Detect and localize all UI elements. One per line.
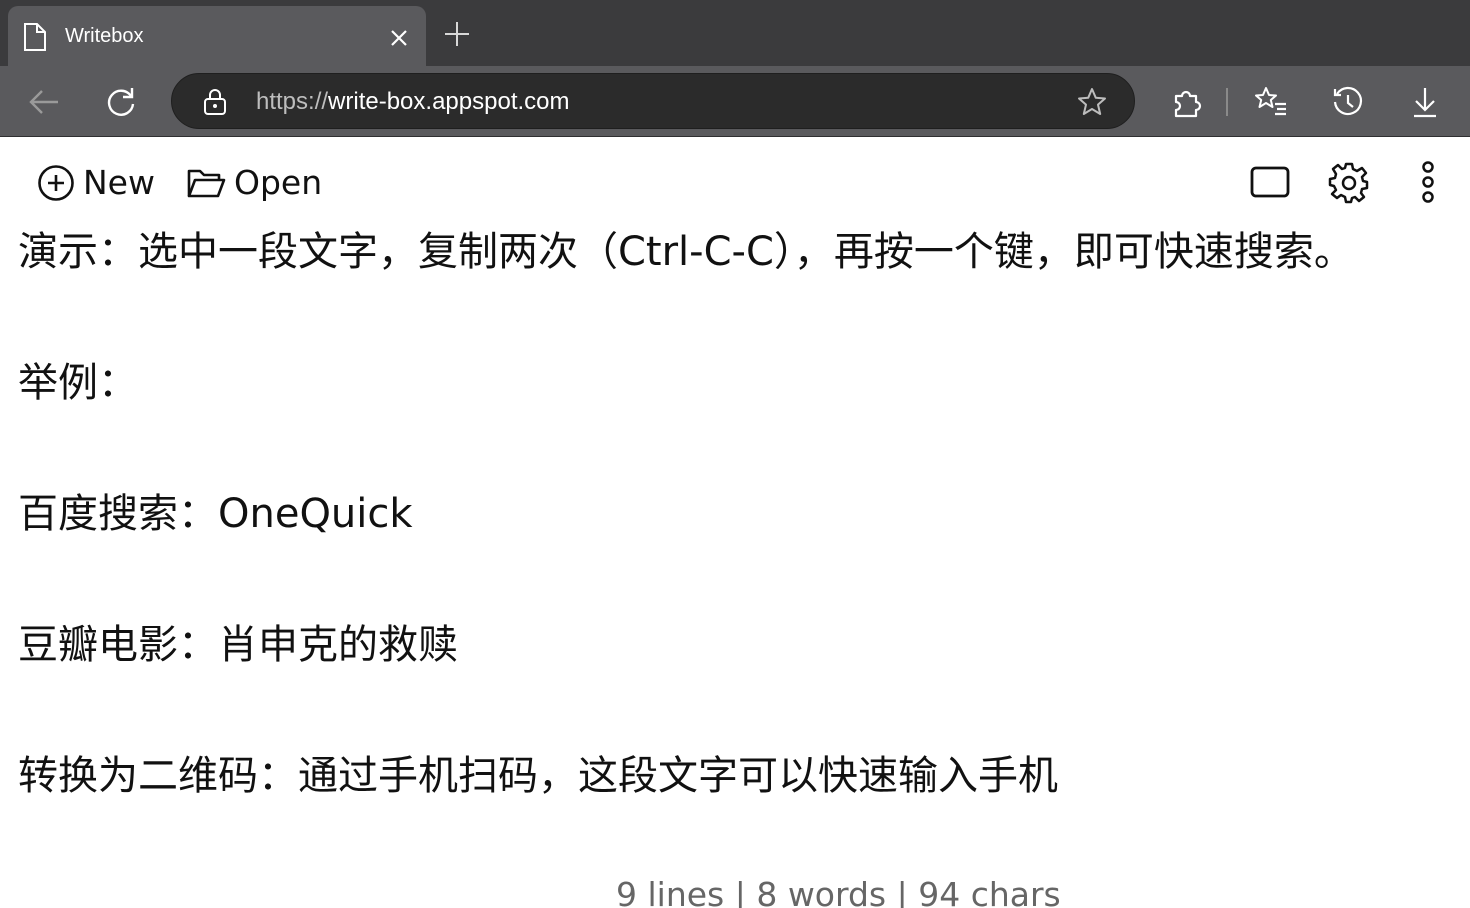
close-icon[interactable] [387,26,411,50]
url-text[interactable]: https://write-box.appspot.com [256,87,570,117]
favorites-icon[interactable] [1253,84,1289,120]
editor-line: 豆瓣电影：肖申克的救赎 [18,622,458,668]
new-button[interactable]: New [37,162,155,204]
editor-line: 百度搜索：OneQuick [18,491,413,537]
browser-tab[interactable]: Writebox [8,6,426,66]
toolbar-separator [1226,88,1228,116]
page-icon [24,23,46,51]
fullscreen-icon[interactable] [1248,160,1292,204]
history-icon[interactable] [1330,84,1366,120]
browser-toolbar: https://write-box.appspot.com [0,66,1470,137]
extensions-puzzle-icon[interactable] [1168,84,1204,120]
address-bar[interactable]: https://write-box.appspot.com [171,73,1135,129]
editor-blank-line [18,536,1458,623]
new-tab-icon[interactable] [441,18,473,50]
tab-title: Writebox [65,25,144,47]
new-button-label: New [83,163,155,202]
more-menu-icon[interactable] [1406,160,1450,204]
editor-text-area[interactable]: 演示：选中一段文字，复制两次（Ctrl-C-C），再按一个键，即可快速搜索。 举… [18,230,1458,798]
plus-circle-icon [38,165,74,201]
editor-line: 转换为二维码：通过手机扫码，这段文字可以快速输入手机 [18,753,1058,799]
downloads-icon[interactable] [1407,84,1443,120]
editor-line: 演示：选中一段文字，复制两次（Ctrl-C-C），再按一个键，即可快速搜索。 [18,229,1354,275]
settings-gear-icon[interactable] [1327,160,1371,204]
url-scheme: https:// [256,88,329,115]
word-count-status: 9 lines | 8 words | 94 chars [616,875,1061,908]
lock-icon[interactable] [202,88,228,116]
url-host: write-box.appspot.com [328,88,570,115]
editor-blank-line [18,405,1458,492]
editor-blank-line [18,274,1458,361]
tab-strip: Writebox [0,0,1470,66]
folder-open-icon [187,169,226,198]
open-button[interactable]: Open [186,162,322,204]
refresh-icon[interactable] [103,84,139,120]
back-arrow-icon[interactable] [26,84,62,120]
editor-blank-line [18,667,1458,754]
open-button-label: Open [234,163,323,202]
editor-line: 举例： [18,360,138,406]
app-toolbar: New Open [0,138,1470,226]
favorite-star-icon[interactable] [1076,86,1108,118]
